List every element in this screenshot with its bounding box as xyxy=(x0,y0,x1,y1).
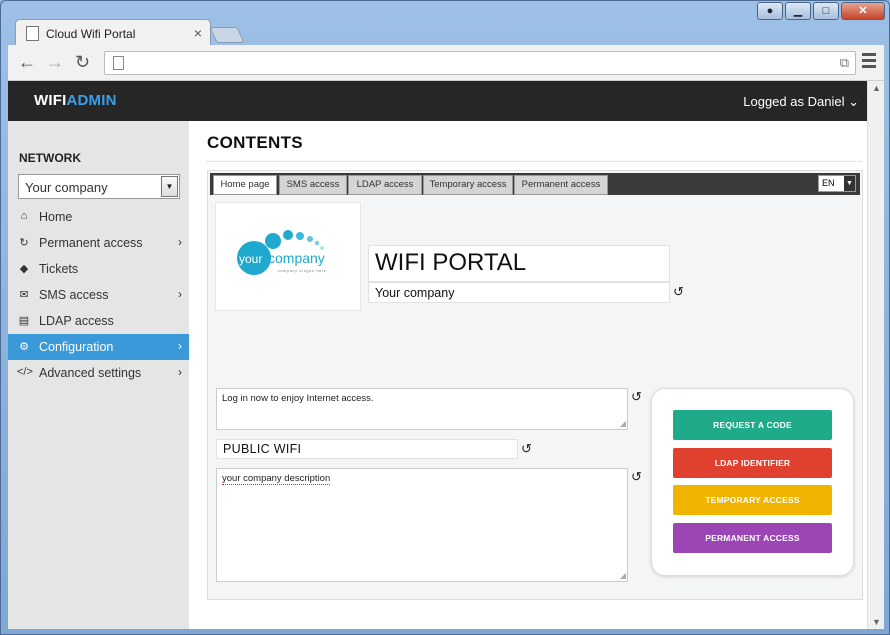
sidebar-item-label: Home xyxy=(39,210,73,224)
chevron-right-icon: › xyxy=(178,365,182,379)
sidebar-item-tickets[interactable]: ◆ Tickets xyxy=(8,256,189,282)
app-header: WIFIADMIN Logged as Daniel ⌄ xyxy=(8,81,867,121)
browser-tab[interactable]: Cloud Wifi Portal × xyxy=(15,19,211,47)
sidebar: NETWORK Your company ▼ ⌂ Home ↻ Permanent a… xyxy=(8,121,189,629)
chevron-right-icon: › xyxy=(178,235,182,249)
browser-window: Cloud Wifi Portal × ● ▁ □ ✕ ← → ↻ ⧉ WIFI… xyxy=(0,0,890,635)
address-bar[interactable]: ⧉ xyxy=(104,51,856,75)
tab-title: Cloud Wifi Portal xyxy=(46,27,136,41)
portal-title-input[interactable]: WIFI PORTAL xyxy=(368,245,670,282)
sidebar-item-label: Advanced settings xyxy=(39,366,142,380)
refresh-icon: ↻ xyxy=(19,237,29,249)
chevron-down-icon: ⌄ xyxy=(848,94,859,109)
resize-grip-icon[interactable]: ◢ xyxy=(620,571,626,580)
reset-icon[interactable]: ↺ xyxy=(521,441,532,457)
book-icon: ▤ xyxy=(18,315,30,327)
reset-icon[interactable]: ↺ xyxy=(631,389,642,405)
page-tab-bar: Home page SMS access LDAP access Tempora… xyxy=(210,173,860,195)
portal-subtitle-input[interactable]: Your company xyxy=(368,282,670,303)
envelope-icon: ✉ xyxy=(19,289,29,301)
reset-icon[interactable]: ↺ xyxy=(673,284,684,300)
editor-panel: Home page SMS access LDAP access Tempora… xyxy=(207,170,863,600)
window-controls: ● ▁ □ ✕ xyxy=(757,2,885,20)
user-menu[interactable]: Logged as Daniel ⌄ xyxy=(743,94,859,110)
company-select[interactable]: Your company ▼ xyxy=(18,174,180,199)
tab-ldap-access[interactable]: LDAP access xyxy=(348,175,422,195)
language-select[interactable]: EN ▼ xyxy=(818,175,856,192)
gears-icon: ⚙ xyxy=(19,341,29,353)
new-tab-button[interactable] xyxy=(209,27,245,43)
tag-icon: ◆ xyxy=(19,263,29,275)
tab-home-page[interactable]: Home page xyxy=(213,175,277,195)
minimize-icon[interactable]: ▁ xyxy=(785,2,811,20)
sidebar-item-label: LDAP access xyxy=(39,314,114,328)
tab-permanent-access[interactable]: Permanent access xyxy=(514,175,608,195)
main-content: CONTENTS Home page SMS access LDAP acces… xyxy=(189,121,867,629)
code-icon: </> xyxy=(17,366,33,378)
translate-icon[interactable]: ⧉ xyxy=(840,55,849,71)
tab-close-icon[interactable]: × xyxy=(194,25,202,41)
arrow-right-icon[interactable]: → xyxy=(46,52,64,73)
sidebar-item-label: Permanent access xyxy=(39,236,143,250)
svg-text:company slogan here: company slogan here xyxy=(278,269,327,273)
page-icon xyxy=(26,26,39,41)
sidebar-item-configuration[interactable]: ⚙ Configuration › xyxy=(8,334,189,360)
section-label: NETWORK xyxy=(19,151,81,165)
vertical-scrollbar[interactable]: ▲ ▼ xyxy=(867,81,884,629)
scroll-up-icon[interactable]: ▲ xyxy=(872,83,881,93)
resize-grip-icon[interactable]: ◢ xyxy=(620,419,626,428)
description-textarea[interactable]: your company description ◢ xyxy=(216,468,628,582)
temporary-access-button[interactable]: TEMPORARY ACCESS xyxy=(673,485,832,515)
svg-text:your: your xyxy=(239,252,262,266)
sidebar-item-ldap-access[interactable]: ▤ LDAP access xyxy=(8,308,189,334)
dropdown-arrow-icon[interactable]: ▼ xyxy=(161,176,178,197)
scroll-down-icon[interactable]: ▼ xyxy=(872,617,881,627)
sidebar-item-sms-access[interactable]: ✉ SMS access › xyxy=(8,282,189,308)
page-title: CONTENTS xyxy=(207,133,303,152)
user-icon[interactable]: ● xyxy=(757,2,783,20)
company-logo-upload[interactable]: your company company slogan here xyxy=(215,202,361,311)
sidebar-item-label: SMS access xyxy=(39,288,109,302)
company-logo-image: your company company slogan here xyxy=(237,230,327,275)
access-buttons-panel: REQUEST A CODE LDAP IDENTIFIER TEMPORARY… xyxy=(651,388,854,576)
ldap-identifier-button[interactable]: LDAP IDENTIFIER xyxy=(673,448,832,478)
divider xyxy=(207,161,862,162)
browser-toolbar: ← → ↻ ⧉ xyxy=(8,45,884,81)
page-icon xyxy=(113,56,124,70)
sidebar-item-permanent-access[interactable]: ↻ Permanent access › xyxy=(8,230,189,256)
sidebar-item-home[interactable]: ⌂ Home xyxy=(8,204,189,230)
wifi-name-input[interactable]: PUBLIC WIFI xyxy=(216,439,518,459)
tab-temporary-access[interactable]: Temporary access xyxy=(423,175,513,195)
home-icon: ⌂ xyxy=(20,210,28,222)
brand-logo[interactable]: WIFIADMIN xyxy=(34,92,117,109)
svg-text:company: company xyxy=(268,250,325,266)
web-page: WIFIADMIN Logged as Daniel ⌄ NETWORK You… xyxy=(8,81,884,629)
close-icon[interactable]: ✕ xyxy=(841,2,885,20)
arrow-left-icon[interactable]: ← xyxy=(18,52,36,73)
sidebar-item-label: Configuration xyxy=(39,340,114,354)
sidebar-menu: ⌂ Home ↻ Permanent access › ◆ Tickets ✉ SMS acce… xyxy=(8,204,189,386)
login-message-textarea[interactable]: Log in now to enjoy Internet access. ◢ xyxy=(216,388,628,430)
title-bar: Cloud Wifi Portal × ● ▁ □ ✕ xyxy=(1,1,889,47)
reload-icon[interactable]: ↻ xyxy=(75,52,90,73)
permanent-access-button[interactable]: PERMANENT ACCESS xyxy=(673,523,832,553)
reset-icon[interactable]: ↺ xyxy=(631,469,642,485)
tab-sms-access[interactable]: SMS access xyxy=(279,175,347,195)
chevron-right-icon: › xyxy=(178,287,182,301)
sidebar-item-label: Tickets xyxy=(39,262,79,276)
request-code-button[interactable]: REQUEST A CODE xyxy=(673,410,832,440)
hamburger-menu-icon[interactable] xyxy=(862,53,876,71)
chevron-right-icon: › xyxy=(178,339,182,353)
sidebar-item-advanced-settings[interactable]: </> Advanced settings › xyxy=(8,360,189,386)
dropdown-arrow-icon: ▼ xyxy=(844,176,855,191)
maximize-icon[interactable]: □ xyxy=(813,2,839,20)
